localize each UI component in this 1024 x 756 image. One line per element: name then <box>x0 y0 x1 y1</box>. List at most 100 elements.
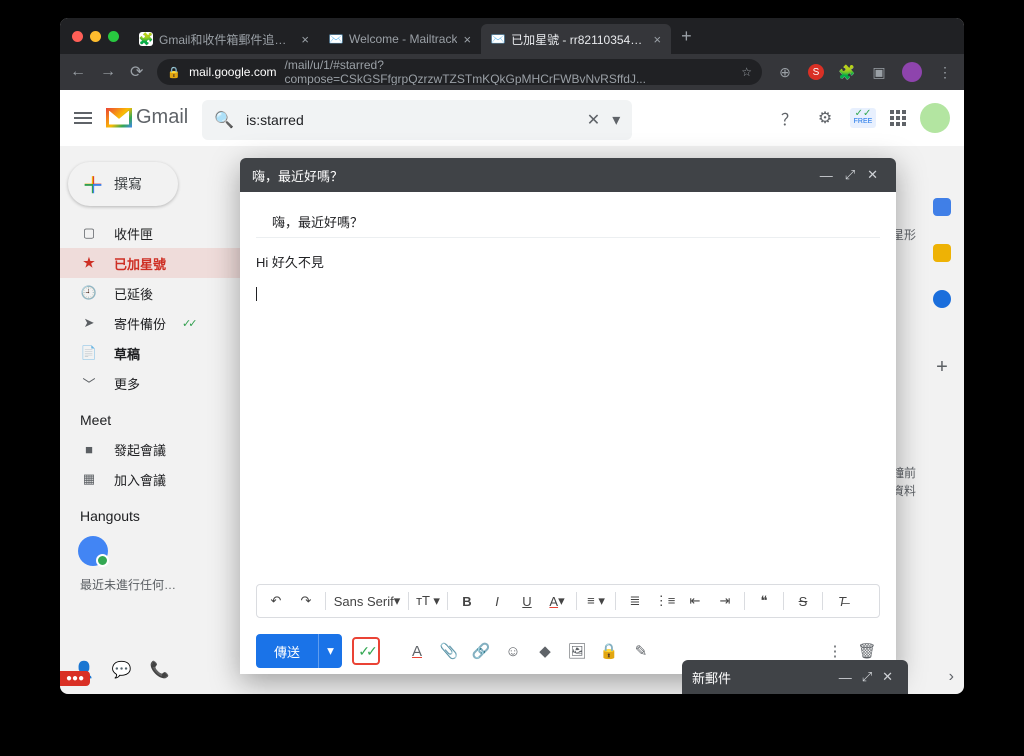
close-icon[interactable]: × <box>653 32 661 47</box>
cast-icon[interactable]: ▣ <box>870 63 888 81</box>
compose-body[interactable]: Hi 好久不見 <box>240 238 896 584</box>
tab-1[interactable]: ✉️ Welcome - Mailtrack × <box>319 24 481 54</box>
clock-icon: 🕘 <box>80 285 98 301</box>
subject-field[interactable]: 嗨，最近好嗎？ <box>256 206 880 238</box>
keep-icon[interactable] <box>933 244 951 262</box>
image-icon[interactable]: 🖼 <box>564 638 590 664</box>
forward-button[interactable]: → <box>100 63 116 81</box>
sidebar-item-sent[interactable]: ➤寄件備份✓✓ <box>60 308 260 338</box>
tab-2[interactable]: ✉️ 已加星號 - rr821103542@gmail… × <box>481 24 671 54</box>
main-menu-button[interactable] <box>74 112 92 124</box>
lock-icon: 🔒 <box>167 66 181 79</box>
mailtrack-badge[interactable]: ✓✓FREE <box>850 108 876 128</box>
chrome-menu-icon[interactable]: ⋮ <box>936 63 954 81</box>
search-box[interactable]: 🔍 ✕ ▾ <box>202 100 632 140</box>
body-line: Hi 好久不見 <box>256 252 880 271</box>
meet-join[interactable]: ▦加入會議 <box>60 464 260 494</box>
inbox-icon: ▢ <box>80 225 98 241</box>
signature-icon[interactable]: ✎ <box>628 638 654 664</box>
close-icon[interactable]: × <box>301 32 309 47</box>
minimize-icon[interactable]: — <box>814 168 839 183</box>
search-input[interactable] <box>246 112 575 128</box>
unordered-list-button[interactable]: ⋮≡ <box>652 588 678 614</box>
send-button[interactable]: 傳送 <box>256 634 318 668</box>
pocket-icon[interactable]: ⊕ <box>776 63 794 81</box>
strike-button[interactable]: S <box>790 588 816 614</box>
send-icon: ➤ <box>80 315 98 331</box>
sidebar-item-more[interactable]: ﹀更多 <box>60 368 260 398</box>
italic-button[interactable]: I <box>484 588 510 614</box>
meet-start[interactable]: ■發起會議 <box>60 434 260 464</box>
gmail-icon <box>106 108 132 128</box>
compose-titlebar[interactable]: 嗨，最近好嗎？ — ⤢ ✕ <box>240 158 896 192</box>
compose-button[interactable]: ＋ 撰寫 <box>68 162 178 206</box>
underline-button[interactable]: U <box>514 588 540 614</box>
add-addon-button[interactable]: + <box>936 356 948 379</box>
undo-button[interactable]: ↶ <box>263 588 289 614</box>
side-rail: + <box>920 146 964 694</box>
font-select[interactable]: Sans Serif ▾ <box>332 588 402 614</box>
tab-0[interactable]: 🧩 Gmail和收件箱郵件追蹤：電子郵… × <box>129 24 319 54</box>
text-format-toggle[interactable]: A <box>404 638 430 664</box>
extensions-icon[interactable]: 🧩 <box>838 63 856 81</box>
attach-icon[interactable]: 📎 <box>436 638 462 664</box>
search-options-icon[interactable]: ▾ <box>612 110 620 130</box>
send-button-group: 傳送 ▾ <box>256 634 342 668</box>
clear-icon[interactable]: ✕ <box>587 110 600 130</box>
sidebar-item-inbox[interactable]: ▢收件匣 <box>60 218 260 248</box>
emoji-icon[interactable]: ☺ <box>500 638 526 664</box>
ordered-list-button[interactable]: ≣ <box>622 588 648 614</box>
font-size-button[interactable]: ᴛT ▾ <box>415 588 441 614</box>
sidebar-item-drafts[interactable]: 📄草稿 <box>60 338 260 368</box>
hangouts-avatar[interactable] <box>78 536 108 566</box>
clear-format-button[interactable]: T̶ <box>829 588 855 614</box>
settings-icon[interactable]: ⚙ <box>814 107 836 129</box>
star-icon[interactable]: ☆ <box>741 65 752 79</box>
close-icon[interactable]: × <box>463 32 471 47</box>
align-button[interactable]: ≡ ▾ <box>583 588 609 614</box>
tasks-icon[interactable] <box>933 290 951 308</box>
gmail-icon: ✉️ <box>491 32 505 46</box>
bold-button[interactable]: B <box>454 588 480 614</box>
profile-avatar[interactable] <box>902 62 922 82</box>
url-domain: mail.google.com <box>189 65 276 79</box>
drive-icon[interactable]: ◆ <box>532 638 558 664</box>
gmail-header: Gmail 🔍 ✕ ▾ ？ ⚙ ✓✓FREE <box>60 90 964 146</box>
new-tab-button[interactable]: + <box>671 26 702 47</box>
calendar-icon[interactable] <box>933 198 951 216</box>
tab-title: Gmail和收件箱郵件追蹤：電子郵… <box>159 31 295 48</box>
address-bar[interactable]: 🔒 mail.google.com/mail/u/1/#starred?comp… <box>157 59 762 85</box>
confidential-icon[interactable]: 🔒 <box>596 638 622 664</box>
text-color-button[interactable]: A ▾ <box>544 588 570 614</box>
rail-collapse-icon[interactable]: › <box>949 668 954 686</box>
window-minimize[interactable] <box>90 31 101 42</box>
indent-less-button[interactable]: ⇤ <box>682 588 708 614</box>
close-icon[interactable]: ✕ <box>861 167 884 183</box>
ext-badge[interactable]: S <box>808 64 824 80</box>
plus-icon: ＋ <box>82 168 104 200</box>
back-button[interactable]: ← <box>70 63 86 81</box>
sidebar-item-snoozed[interactable]: 🕘已延後 <box>60 278 260 308</box>
indent-more-button[interactable]: ⇥ <box>712 588 738 614</box>
mailtrack-button[interactable]: ✓✓ <box>352 637 380 665</box>
redo-button[interactable]: ↷ <box>293 588 319 614</box>
send-options-button[interactable]: ▾ <box>318 634 342 668</box>
link-icon[interactable]: 🔗 <box>468 638 494 664</box>
support-icon[interactable]: ？ <box>778 107 800 129</box>
minimized-compose-bar[interactable]: 新郵件 — ⤢ ✕ <box>682 660 908 694</box>
expand-icon[interactable]: ⤢ <box>839 167 861 183</box>
window-maximize[interactable] <box>108 31 119 42</box>
window-close[interactable] <box>72 31 83 42</box>
sidebar-item-starred[interactable]: ★已加星號 <box>60 248 260 278</box>
gmail-logo[interactable]: Gmail <box>106 106 188 129</box>
quote-button[interactable]: ❝ <box>751 588 777 614</box>
hangouts-chat-icon[interactable]: 💬 <box>112 660 132 680</box>
reload-button[interactable]: ⟳ <box>130 62 143 82</box>
format-toolbar: ↶ ↷ Sans Serif ▾ ᴛT ▾ B I U A ▾ ≡ ▾ ≣ ⋮≡… <box>256 584 880 618</box>
close-icon[interactable]: ✕ <box>877 669 898 685</box>
apps-icon[interactable] <box>890 110 906 126</box>
expand-icon[interactable]: ⤢ <box>857 669 877 685</box>
minimize-icon[interactable]: — <box>834 670 857 685</box>
account-avatar[interactable] <box>920 103 950 133</box>
hangouts-phone-icon[interactable]: 📞 <box>150 660 170 680</box>
